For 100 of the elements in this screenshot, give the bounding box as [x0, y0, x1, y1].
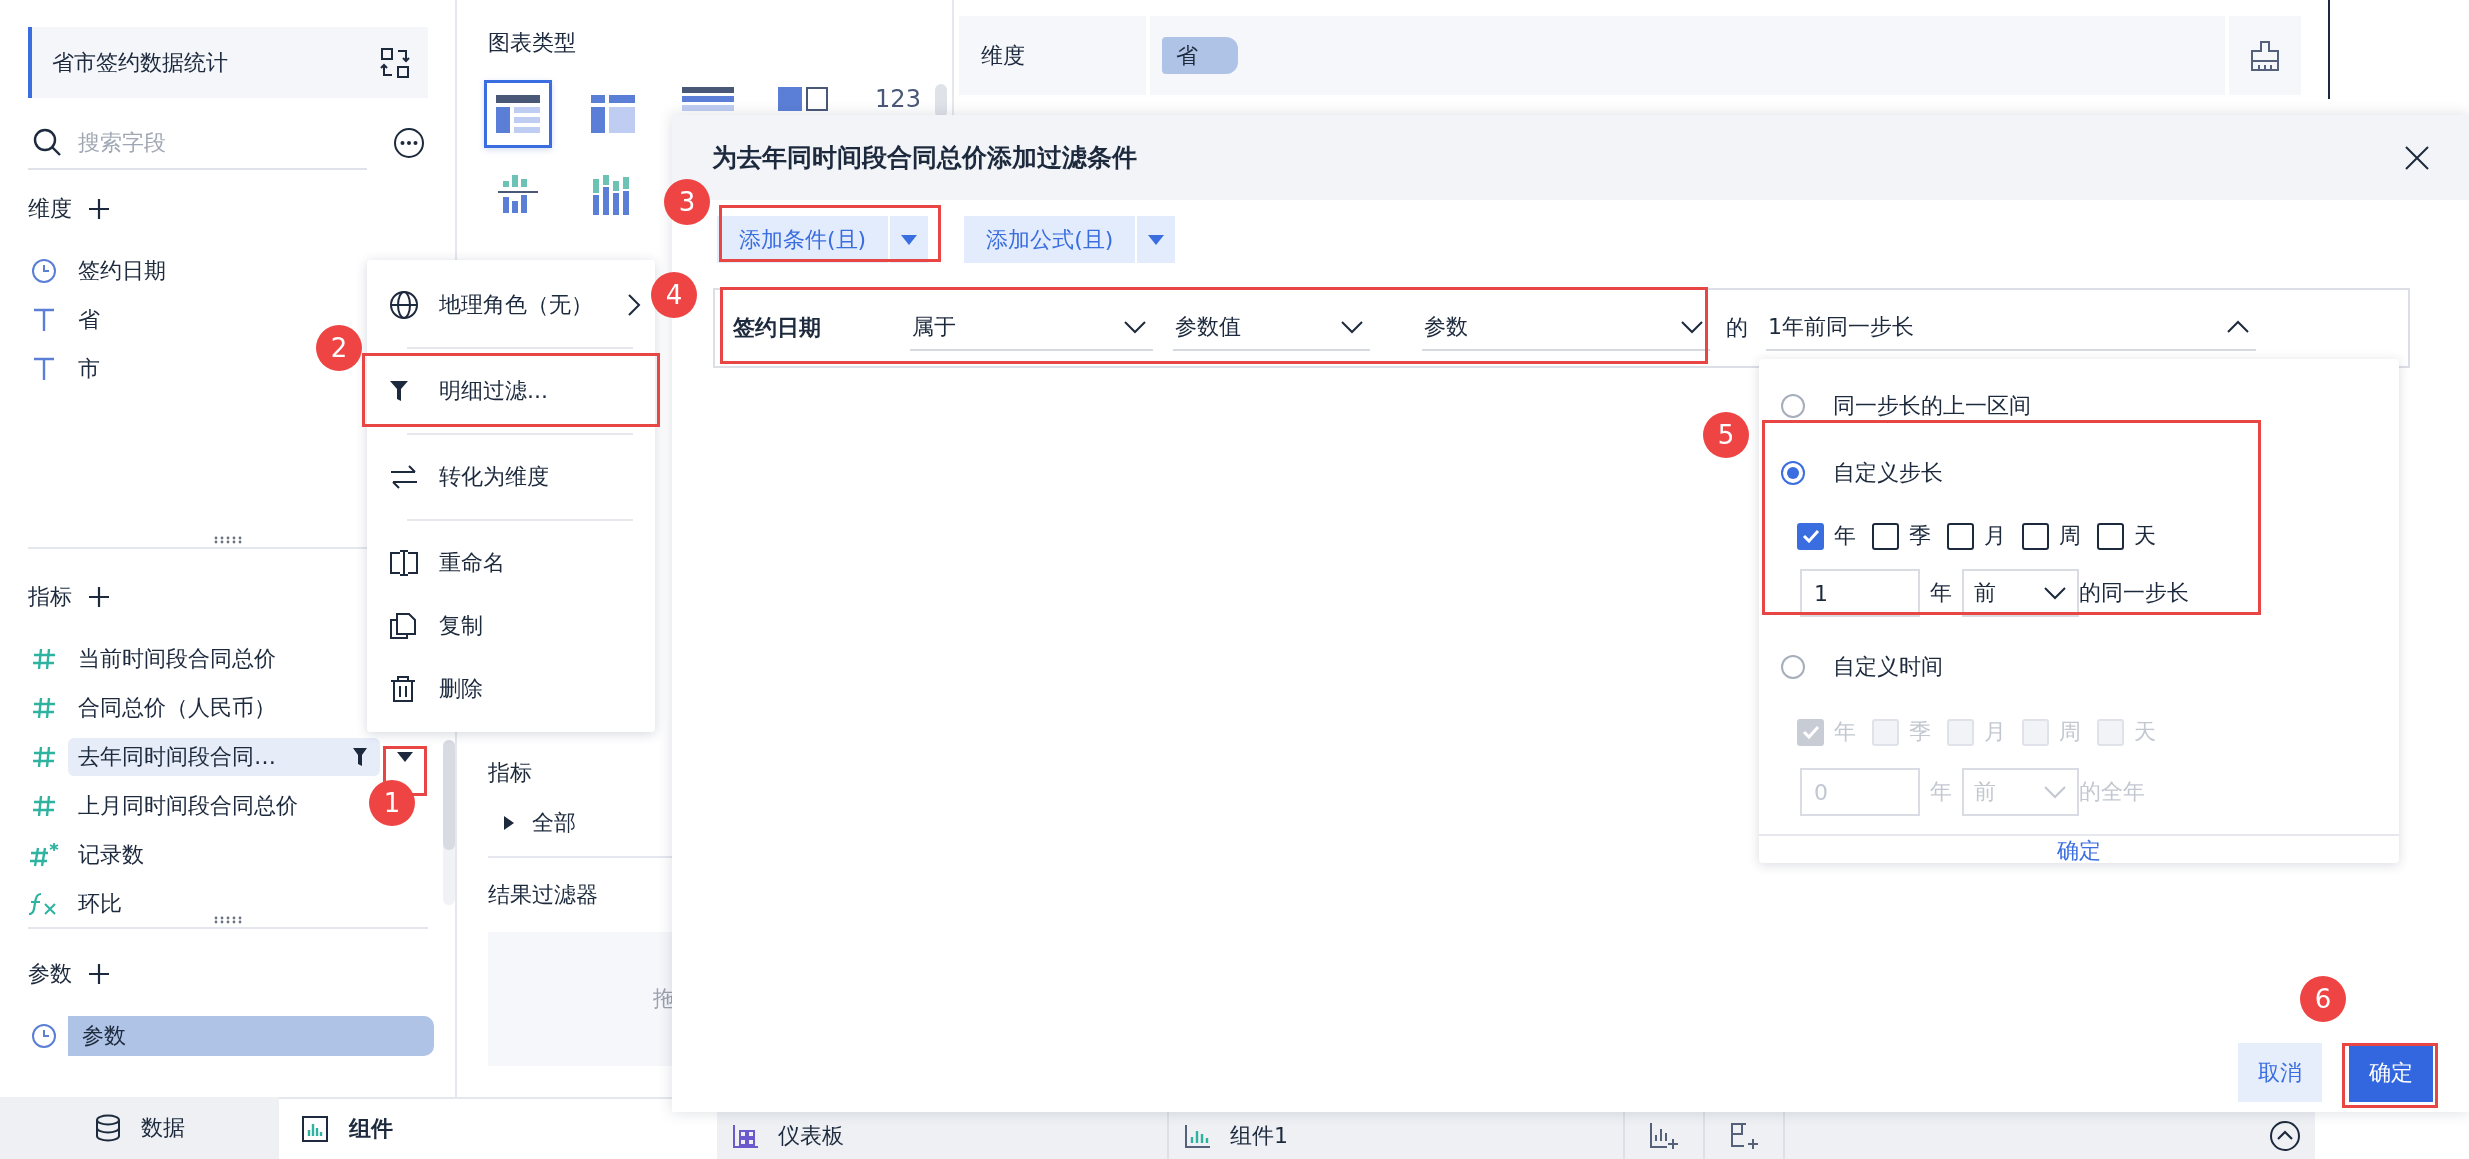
chevron-down-icon	[1680, 320, 1704, 334]
more-icon[interactable]	[393, 127, 425, 159]
menu-item[interactable]: 重命名	[367, 533, 655, 593]
select-field[interactable]: 参数	[1422, 305, 1710, 351]
field-item[interactable]: 当前时间段合同总价	[78, 643, 276, 674]
unit-label: 年	[1930, 778, 1952, 806]
checkbox-label: 季	[1909, 522, 1931, 550]
radio-button[interactable]	[1781, 461, 1805, 485]
radio-label[interactable]: 同一步长的上一区间	[1833, 391, 2031, 421]
select-field[interactable]: 前	[1962, 569, 2079, 617]
parameter-item[interactable]: 参数	[68, 1015, 434, 1056]
chevron-down-icon	[1123, 320, 1147, 334]
swap-arrows-icon	[389, 464, 419, 490]
field-item[interactable]: 去年同时间段合同…	[68, 737, 380, 776]
scrollbar[interactable]	[935, 84, 947, 118]
checkbox-label: 周	[2059, 522, 2081, 550]
section-title: 维度	[28, 195, 72, 223]
plus-icon[interactable]	[88, 963, 110, 985]
group-label[interactable]: 全部	[532, 808, 576, 838]
caret-down-icon	[1147, 233, 1166, 246]
checkbox[interactable]	[1797, 522, 1824, 550]
check-icon	[1801, 725, 1820, 739]
suffix-label: 的同一步长	[2079, 579, 2189, 607]
radio-button[interactable]	[1781, 655, 1805, 679]
collapse-icon[interactable]	[2269, 1119, 2301, 1152]
triangle-right-icon[interactable]	[502, 815, 516, 831]
field-item[interactable]: 签约日期	[78, 255, 166, 286]
brush-icon[interactable]	[2249, 39, 2281, 72]
plus-icon[interactable]	[88, 198, 110, 220]
checkbox[interactable]	[2097, 522, 2124, 550]
checkbox-label: 月	[1984, 718, 2006, 746]
field-item[interactable]: 市	[78, 353, 100, 384]
section-title: 指标	[488, 759, 533, 787]
hash-asterisk-icon	[29, 841, 59, 868]
add-button[interactable]: 添加条件(且)	[717, 216, 889, 263]
chevron-down-icon	[1340, 320, 1364, 334]
check-icon	[1801, 529, 1820, 543]
menu-item[interactable]: 删除	[367, 659, 655, 719]
select-field[interactable]: 1年前同一步长	[1766, 305, 2256, 351]
suffix-label: 的全年	[2079, 778, 2145, 806]
resize-handle-icon[interactable]	[213, 536, 243, 544]
add-button[interactable]: 添加公式(且)	[964, 216, 1136, 263]
chart-type-option[interactable]: 123	[864, 80, 932, 112]
section-title: 指标	[28, 583, 72, 611]
add-chart-icon[interactable]	[1649, 1120, 1679, 1151]
field-item[interactable]: 环比	[78, 888, 122, 919]
menu-item[interactable]: 复制	[367, 596, 655, 656]
detail-table-icon	[682, 87, 734, 111]
section-title: 图表类型	[488, 29, 577, 57]
field-pill[interactable]: 省	[1162, 37, 1238, 74]
bar-chart-icon	[301, 1115, 329, 1143]
confirm-button[interactable]: 确定	[2349, 1043, 2433, 1102]
copy-icon	[389, 612, 417, 640]
clock-icon	[31, 257, 57, 284]
checkbox[interactable]	[1947, 522, 1974, 550]
chevron-right-icon	[627, 293, 641, 317]
cancel-button[interactable]: 取消	[2238, 1043, 2322, 1102]
checkbox-label: 天	[2134, 522, 2156, 550]
clock-icon	[31, 1022, 57, 1049]
chevron-down-icon	[2043, 586, 2067, 600]
checkbox[interactable]	[2022, 522, 2049, 550]
field-item[interactable]: 上月同时间段合同总价	[78, 790, 298, 821]
field-item[interactable]: 合同总价（人民币）	[78, 692, 276, 723]
number-field[interactable]: 1	[1800, 569, 1920, 617]
scrollbar[interactable]	[443, 740, 455, 905]
page-tab[interactable]: 组件1	[1230, 1120, 1288, 1151]
chevron-down-icon	[2043, 785, 2067, 799]
caret-down-icon	[396, 750, 414, 763]
database-icon	[95, 1114, 121, 1142]
unit-label: 年	[1930, 579, 1952, 607]
select-field[interactable]: 参数值	[1173, 305, 1370, 351]
field-item[interactable]: 记录数	[78, 839, 144, 870]
page-tab[interactable]: 仪表板	[778, 1120, 844, 1151]
checkbox-label: 年	[1834, 718, 1856, 746]
menu-item[interactable]: 转化为维度	[367, 447, 655, 507]
radio-button[interactable]	[1781, 394, 1805, 418]
bar-chart-icon	[1184, 1122, 1212, 1149]
search-field[interactable]: 搜索字段	[76, 128, 340, 156]
search-icon	[32, 127, 62, 157]
checkbox-label: 周	[2059, 718, 2081, 746]
panel-title: 省市签约数据统计	[52, 48, 228, 77]
plus-icon[interactable]	[88, 586, 110, 608]
field-item[interactable]: 省	[78, 304, 100, 335]
radio-label[interactable]: 自定义时间	[1833, 652, 1943, 682]
tab[interactable]: 数据	[0, 1097, 279, 1159]
globe-icon	[389, 290, 419, 320]
swap-icon[interactable]	[380, 46, 410, 79]
caret-down-icon	[900, 233, 919, 246]
confirm-link[interactable]: 确定	[2057, 836, 2101, 866]
close-icon[interactable]	[2403, 143, 2431, 172]
select-field[interactable]: 属于	[910, 305, 1153, 351]
chart-type-option[interactable]	[484, 80, 552, 148]
field-label: 签约日期	[732, 314, 822, 342]
checkbox[interactable]	[1872, 522, 1899, 550]
menu-item[interactable]: 明细过滤...	[367, 361, 655, 421]
add-layout-icon[interactable]	[1729, 1120, 1759, 1151]
section-title: 参数	[28, 960, 72, 988]
radio-label[interactable]: 自定义步长	[1833, 458, 1943, 488]
connector-text: 的	[1726, 314, 1748, 342]
resize-handle-icon[interactable]	[213, 916, 243, 924]
